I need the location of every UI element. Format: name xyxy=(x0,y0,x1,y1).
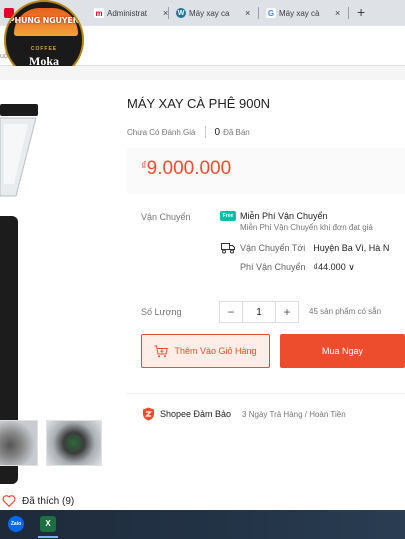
section-divider xyxy=(127,393,405,394)
shipping-destination-row[interactable]: Vận Chuyển Tới Huyện Ba Vì, Hà N xyxy=(240,243,389,253)
currency-symbol: ₫ xyxy=(141,160,147,172)
guarantee-title: Shopee Đảm Bảo xyxy=(160,409,232,419)
grinder-hopper-image xyxy=(0,104,38,197)
quantity-stepper: − + xyxy=(219,301,299,323)
active-app-indicator xyxy=(38,536,58,538)
excel-icon[interactable]: X xyxy=(40,516,56,532)
shipping-fee-row[interactable]: Phí Vận Chuyển ₫44.000 ∨ xyxy=(240,262,355,273)
shipping-to-label: Vận Chuyển Tới xyxy=(240,243,306,253)
add-to-cart-label: Thêm Vào Giỏ Hàng xyxy=(174,346,257,356)
heart-icon xyxy=(2,495,16,508)
zalo-icon[interactable]: Zalo xyxy=(8,516,24,532)
shipping-fee-value[interactable]: ₫44.000 ∨ xyxy=(314,262,355,272)
truck-icon xyxy=(221,243,235,254)
price-value: 9.000.000 xyxy=(146,158,232,179)
shipping-fee-label: Phí Vận Chuyển xyxy=(240,262,306,272)
logo-brand: PHUNG NGUYEN xyxy=(8,16,80,25)
shopee-guarantee[interactable]: Shopee Đảm Bảo 3 Ngày Trả Hàng / Hoàn Ti… xyxy=(142,407,346,421)
add-to-cart-button[interactable]: Thêm Vào Giỏ Hàng xyxy=(141,334,270,368)
like-count-text: Đã thích (9) xyxy=(22,495,75,507)
logo-sub: COFFEE xyxy=(30,46,58,52)
like-section[interactable]: Đã thích (9) xyxy=(0,494,74,508)
shield-icon xyxy=(143,407,154,421)
tab-title: Máy xay ca xyxy=(189,8,230,18)
tab-title: Máy xay cà xyxy=(279,8,320,18)
meta-divider xyxy=(204,126,206,138)
m-favicon-icon: m xyxy=(94,8,104,18)
shipping-destination[interactable]: Huyện Ba Vì, Hà N xyxy=(313,243,389,253)
increment-button[interactable]: + xyxy=(276,302,298,322)
shipping-label: Vận Chuyển xyxy=(141,212,191,222)
new-tab-button[interactable]: + xyxy=(357,4,365,20)
thumbnail-2[interactable] xyxy=(46,420,102,466)
os-taskbar: Zalo X xyxy=(0,510,405,539)
product-title: MÁY XAY CÀ PHÊ 900N xyxy=(127,96,271,111)
google-icon: G xyxy=(266,8,276,18)
tab-may-xay-1[interactable]: W Máy xay ca × xyxy=(172,3,254,23)
rating-text: Chưa Có Đánh Giá xyxy=(127,127,196,137)
guarantee-desc: 3 Ngày Trả Hàng / Hoàn Tiền xyxy=(242,409,346,419)
quantity-input[interactable] xyxy=(242,302,276,322)
price-box: ₫9.000.000 xyxy=(127,148,405,194)
quantity-label: Số Lượng xyxy=(141,307,182,317)
wordpress-icon: W xyxy=(176,8,186,18)
product-price: ₫9.000.000 xyxy=(141,158,231,180)
decrement-button[interactable]: − xyxy=(220,302,242,322)
cart-icon xyxy=(154,345,169,357)
tab-may-xay-2[interactable]: G Máy xay cà × xyxy=(262,3,344,23)
tab-divider xyxy=(258,7,259,19)
tab-divider xyxy=(348,7,349,19)
product-main-image[interactable] xyxy=(0,94,102,484)
free-shipping-icon: Free xyxy=(220,211,236,221)
tab-close-icon[interactable]: × xyxy=(245,8,250,18)
sold-count: 0 xyxy=(214,126,221,138)
free-shipping-desc: Miễn Phí Vận Chuyển khi đơn đạt giá xyxy=(240,223,373,232)
sold-label: Đã Bán xyxy=(223,127,250,137)
product-meta: Chưa Có Đánh Giá 0 Đã Bán xyxy=(127,126,250,138)
stock-text: 45 sản phẩm có sẵn xyxy=(309,307,382,316)
buy-now-button[interactable]: Mua Ngay xyxy=(280,334,405,368)
tab-administrator[interactable]: m Administrat × xyxy=(90,3,172,23)
free-shipping-title: Miễn Phí Vận Chuyển xyxy=(240,211,328,221)
tab-close-icon[interactable]: × xyxy=(335,8,340,18)
tab-title: Administrat xyxy=(107,8,148,18)
tab-divider xyxy=(168,7,169,19)
thumbnail-1[interactable] xyxy=(0,420,38,466)
